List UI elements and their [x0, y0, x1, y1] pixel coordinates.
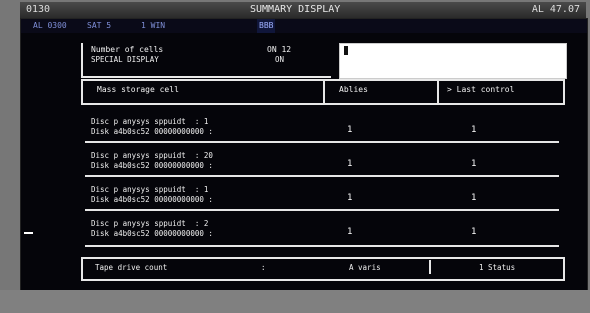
footer-label: Tape drive count [95, 263, 168, 272]
row-3-line2: Disk a4b0sc52 00000000000 : [91, 195, 213, 204]
row-2-value-1: 1 [347, 159, 353, 169]
column-header-1: Ablies [339, 85, 368, 94]
row-2-value-2: 1 [471, 159, 477, 169]
row-3-line1: Disc p anysys sppuidt : 1 [91, 185, 209, 194]
row-1-line1: Disc p anysys sppuidt : 1 [91, 117, 209, 126]
special-value: ON [275, 55, 285, 64]
column-header-2: > Last control [447, 85, 515, 94]
cells-label: Number of cells [91, 45, 164, 54]
row-3-value-2: 1 [471, 193, 477, 203]
row-2-line1: Disc p anysys sppuidt : 20 [91, 151, 213, 160]
footer-col1: A varis [349, 263, 381, 272]
row-separator [85, 209, 559, 211]
text-cursor [344, 46, 348, 55]
terminal-screen: AL 0300 SAT 5 1 WIN BBB Number of cells … [20, 18, 588, 292]
cells-value: ON 12 [267, 45, 292, 54]
row-4-value-2: 1 [471, 227, 477, 237]
title-bar: 0130 SUMMARY DISPLAY AL 47.07 [20, 2, 586, 18]
row-1-value-1: 1 [347, 125, 353, 135]
row-4-value-1: 1 [347, 227, 353, 237]
row-4-line1: Disc p anysys sppuidt : 2 [91, 219, 209, 228]
bottom-bezel [0, 290, 590, 313]
row-3-value-1: 1 [347, 193, 353, 203]
footer-divider [429, 260, 431, 274]
footer-col2: 1 Status [479, 263, 516, 272]
window-title: SUMMARY DISPLAY [250, 4, 341, 15]
menu-item-1[interactable]: AL 0300 [33, 19, 67, 33]
row-separator [85, 245, 559, 247]
column-divider-2 [437, 79, 439, 103]
column-label: Mass storage cell [97, 85, 179, 94]
row-4-line2: Disk a4b0sc52 00000000000 : [91, 229, 213, 238]
menu-item-2[interactable]: SAT 5 [87, 19, 111, 33]
special-label: SPECIAL DISPLAY [91, 55, 159, 64]
row-2-line2: Disk a4b0sc52 00000000000 : [91, 161, 213, 170]
row-1-value-2: 1 [471, 125, 477, 135]
title-left-text: 0130 [26, 4, 51, 15]
menu-bar: AL 0300 SAT 5 1 WIN BBB [21, 19, 587, 33]
row-separator [85, 141, 559, 143]
menu-item-4[interactable]: BBB [257, 19, 276, 33]
column-divider-1 [323, 79, 325, 103]
menu-item-3[interactable]: 1 WIN [141, 19, 165, 33]
footer-separator: : [261, 263, 266, 272]
row-separator [85, 175, 559, 177]
row-1-line2: Disk a4b0sc52 00000000000 : [91, 127, 213, 136]
side-marker [24, 232, 33, 234]
title-right-text: AL 47.07 [531, 4, 580, 15]
command-input[interactable] [339, 43, 567, 79]
